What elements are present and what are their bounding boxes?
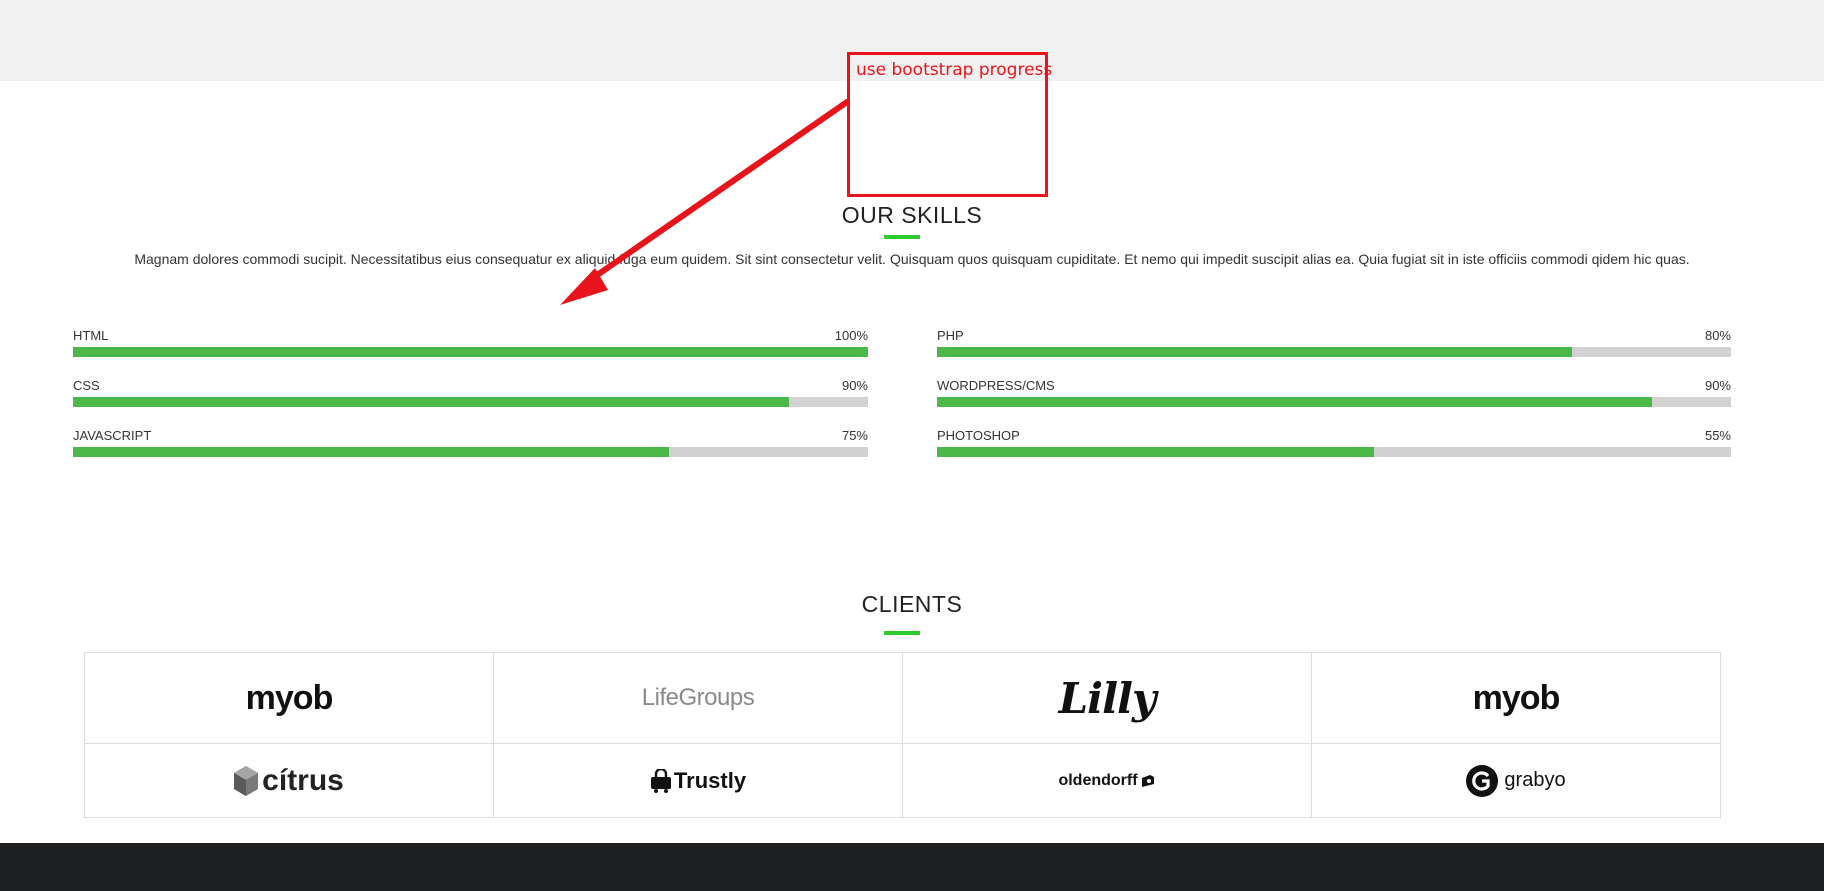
grabyo-mark-icon: [1466, 764, 1499, 797]
clients-title-underline: [884, 631, 920, 635]
skill-label: PHP: [937, 328, 964, 343]
skill-percent: 90%: [1704, 378, 1731, 393]
skill-percent: 75%: [841, 428, 868, 443]
client-cell-lilly[interactable]: Lilly: [902, 652, 1312, 744]
citrus-mark-icon: [234, 765, 259, 796]
progress-track: [73, 397, 868, 407]
progress-fill: [937, 397, 1652, 407]
skills-title: OUR SKILLS: [841, 202, 983, 228]
lilly-logo: Lilly: [1058, 673, 1157, 723]
client-cell-oldendorff[interactable]: oldendorff: [902, 743, 1312, 818]
progress-fill: [73, 447, 670, 457]
skill-label: CSS: [73, 378, 100, 393]
client-cell-grabyo[interactable]: grabyo: [1311, 743, 1721, 818]
oldendorff-ship-icon: [1141, 774, 1154, 787]
skill-label: WORDPRESS/CMS: [937, 378, 1055, 393]
progress-fill: [937, 447, 1374, 457]
skill-wordpress: WORDPRESS/CMS 90%: [937, 378, 1731, 407]
skill-css: CSS 90%: [73, 378, 868, 407]
progress-fill: [73, 347, 868, 357]
footer-band: [0, 843, 1824, 891]
skill-percent: 90%: [841, 378, 868, 393]
myob-logo: myob: [1472, 678, 1561, 717]
shopping-bag-icon: [650, 768, 671, 793]
skill-html: HTML 100%: [73, 328, 868, 357]
skill-percent: 55%: [1704, 428, 1731, 443]
client-cell-trustly[interactable]: Trustly: [493, 743, 903, 818]
client-cell-lifegroups[interactable]: LifeGroups: [493, 652, 903, 744]
grabyo-logo: grabyo: [1466, 764, 1566, 797]
oldendorff-logo: oldendorff: [1058, 772, 1155, 790]
skill-percent: 80%: [1704, 328, 1731, 343]
grabyo-text: grabyo: [1504, 769, 1566, 791]
progress-track: [73, 447, 868, 457]
trustly-logo: Trustly: [650, 768, 746, 794]
client-cell-citrus[interactable]: cítrus: [84, 743, 494, 818]
skill-label: JAVASCRIPT: [73, 428, 152, 443]
clients-title: CLIENTS: [861, 591, 963, 617]
progress-fill: [937, 347, 1573, 357]
skill-label: PHOTOSHOP: [937, 428, 1020, 443]
skill-label: HTML: [73, 328, 109, 343]
progress-track: [937, 447, 1731, 457]
skill-php: PHP 80%: [937, 328, 1731, 357]
progress-fill: [73, 397, 789, 407]
skills-intro: Magnam dolores commodi sucipit. Necessit…: [134, 251, 1690, 267]
skills-title-underline: [884, 235, 920, 239]
myob-logo: myob: [245, 678, 334, 717]
annotation-text: use bootstrap progress: [856, 60, 1053, 80]
lifegroups-logo: LifeGroups: [641, 684, 755, 711]
skill-photoshop: PHOTOSHOP 55%: [937, 428, 1731, 457]
citrus-text: cítrus: [262, 763, 344, 797]
skill-javascript: JAVASCRIPT 75%: [73, 428, 868, 457]
skill-percent: 100%: [834, 328, 868, 343]
progress-track: [937, 397, 1731, 407]
client-cell-myob-2[interactable]: myob: [1311, 652, 1721, 744]
trustly-text: Trustly: [673, 767, 747, 793]
citrus-logo: cítrus: [234, 764, 344, 798]
client-cell-myob[interactable]: myob: [84, 652, 494, 744]
progress-track: [73, 347, 868, 357]
oldendorff-text: oldendorff: [1058, 771, 1138, 789]
progress-track: [937, 347, 1731, 357]
